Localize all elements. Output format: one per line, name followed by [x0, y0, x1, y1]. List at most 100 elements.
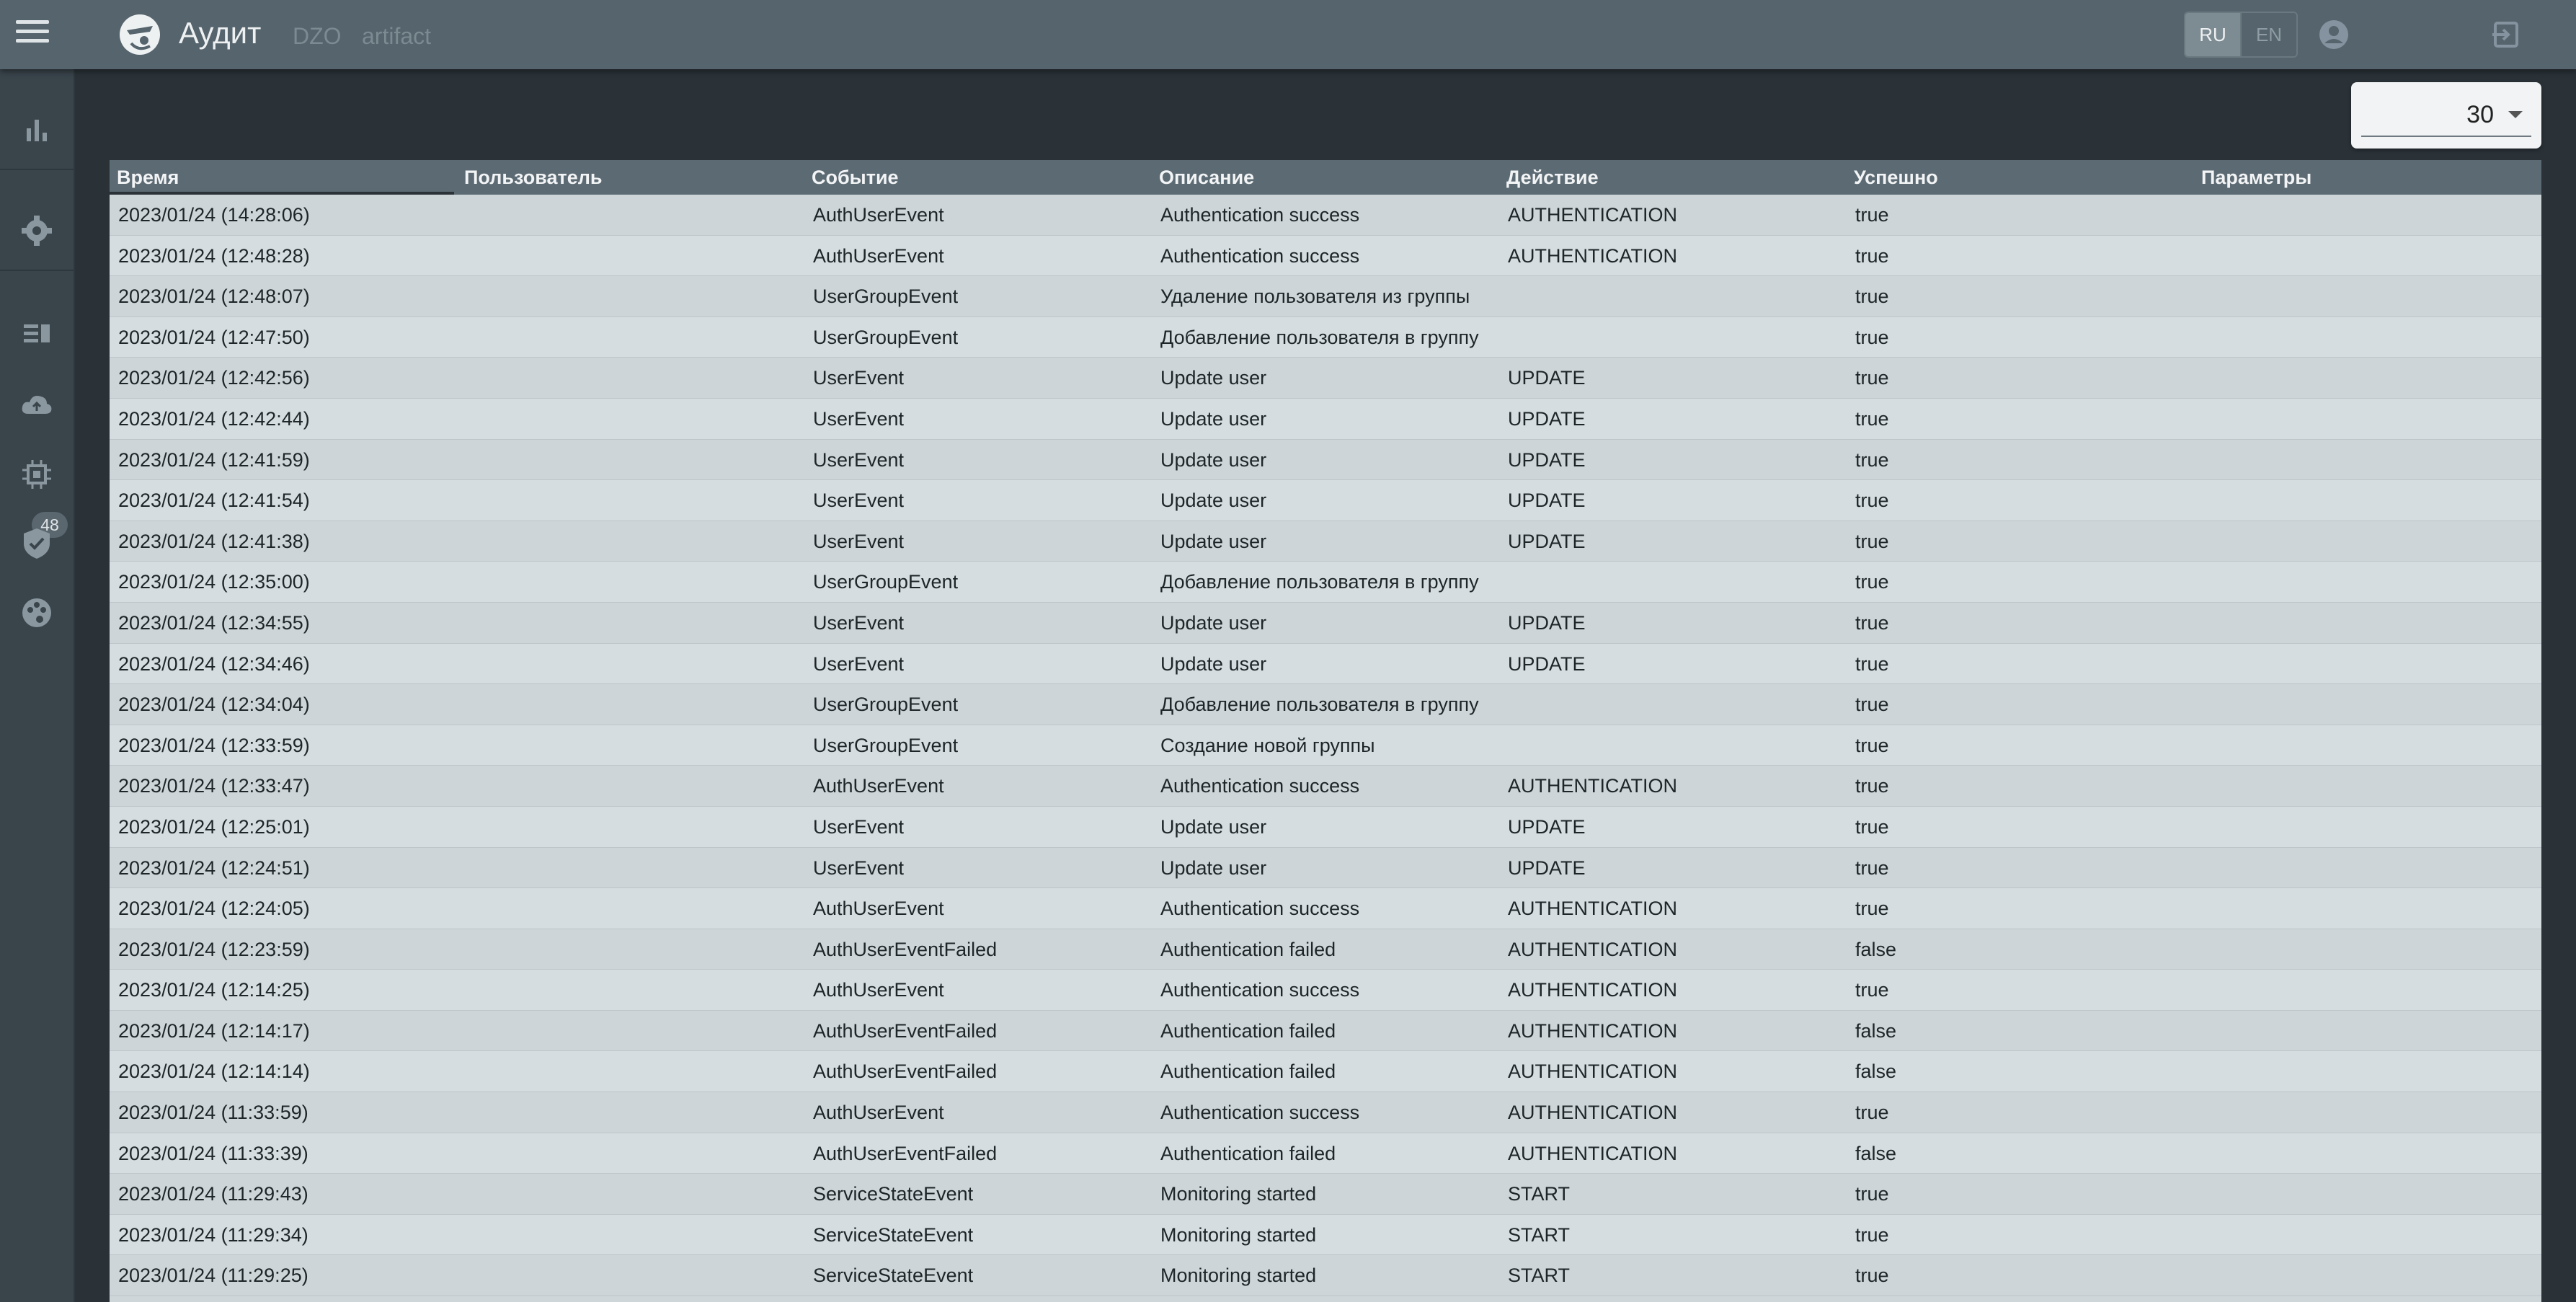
cell-time: 2023/01/24 (12:41:38)	[118, 530, 310, 552]
table-row[interactable]: 2023/01/24 (12:34:46) UserEvent Update use…	[110, 643, 2541, 685]
cell-user	[457, 521, 803, 562]
gear-icon[interactable]	[18, 212, 55, 249]
cell-time: 2023/01/24 (12:48:07)	[118, 285, 310, 308]
cell-description: Authentication success	[1160, 979, 1360, 1001]
audit-table: Время Пользователь Событие Описание Дейс…	[110, 160, 2541, 1302]
page-size-select[interactable]: 30	[2351, 82, 2541, 149]
menu-icon[interactable]	[16, 20, 49, 49]
table-row[interactable]: 2023/01/24 (12:47:50) UserGroupEvent Добав…	[110, 316, 2541, 358]
column-header-time[interactable]: Время	[110, 160, 454, 195]
cell-success: true	[1855, 1102, 1889, 1124]
table-body: 2023/01/24 (14:28:06) AuthUserEvent Authen…	[110, 195, 2541, 1297]
table-row[interactable]: 2023/01/24 (12:35:00) UserGroupEvent Добав…	[110, 562, 2541, 603]
cell-event: UserGroupEvent	[813, 571, 959, 593]
table-row[interactable]: 2023/01/24 (12:14:25) AuthUserEvent Authen…	[110, 970, 2541, 1011]
cell-event: AuthUserEvent	[813, 898, 944, 920]
table-row[interactable]: 2023/01/24 (12:25:01) UserEvent Update use…	[110, 806, 2541, 848]
cell-parameters	[2194, 521, 2541, 562]
cell-success: true	[1855, 407, 1889, 430]
cell-success: false	[1855, 938, 1897, 960]
cell-success: true	[1855, 775, 1889, 797]
logout-icon[interactable]	[2491, 19, 2523, 50]
table-row[interactable]: 2023/01/24 (12:24:51) UserEvent Update use…	[110, 847, 2541, 889]
cell-event: UserGroupEvent	[813, 326, 959, 348]
cell-action	[1499, 562, 1845, 602]
cell-event: AuthUserEvent	[813, 1102, 944, 1124]
shield-check-icon[interactable]	[18, 525, 55, 562]
cell-time: 2023/01/24 (12:42:56)	[118, 367, 310, 389]
column-header-action[interactable]: Действие	[1499, 160, 1845, 195]
table-row[interactable]: 2023/01/24 (11:33:39) AuthUserEventFailed…	[110, 1133, 2541, 1174]
breadcrumb-artifact[interactable]: artifact	[362, 23, 431, 50]
table-row[interactable]: 2023/01/24 (12:23:59) AuthUserEventFailed…	[110, 929, 2541, 970]
cell-user	[457, 358, 803, 398]
palette-icon[interactable]	[18, 594, 55, 632]
table-row[interactable]: 2023/01/24 (12:42:56) UserEvent Update use…	[110, 358, 2541, 399]
cell-time: 2023/01/24 (12:24:05)	[118, 898, 310, 920]
table-row[interactable]: 2023/01/24 (12:34:55) UserEvent Update use…	[110, 602, 2541, 644]
cell-description: Authentication failed	[1160, 1019, 1336, 1042]
cell-parameters	[2194, 1133, 2541, 1174]
cell-description: Authentication success	[1160, 775, 1360, 797]
column-header-user[interactable]: Пользователь	[457, 160, 803, 195]
table-row[interactable]: 2023/01/24 (12:24:05) AuthUserEvent Authen…	[110, 888, 2541, 929]
table-row[interactable]: 2023/01/24 (12:33:47) AuthUserEvent Authen…	[110, 766, 2541, 807]
table-row[interactable]: 2023/01/24 (12:33:59) UserGroupEvent Созда…	[110, 725, 2541, 766]
cell-action: AUTHENTICATION	[1508, 898, 1677, 920]
cell-time: 2023/01/24 (12:34:55)	[118, 611, 310, 634]
user-account-icon[interactable]	[2318, 19, 2350, 50]
table-row[interactable]: 2023/01/24 (11:29:25) ServiceStateEvent Mo…	[110, 1255, 2541, 1297]
cell-time: 2023/01/24 (12:48:28)	[118, 244, 310, 267]
table-row[interactable]: 2023/01/24 (12:34:04) UserGroupEvent Добав…	[110, 684, 2541, 725]
cell-parameters	[2194, 317, 2541, 358]
lang-en-button[interactable]: EN	[2240, 13, 2296, 56]
page-size-value: 30	[2466, 101, 2494, 128]
cell-event: AuthUserEvent	[813, 244, 944, 267]
cell-action: AUTHENTICATION	[1508, 938, 1677, 960]
cell-success: true	[1855, 1265, 1889, 1287]
cell-user	[457, 562, 803, 602]
cell-parameters	[2194, 807, 2541, 847]
list-icon[interactable]	[18, 316, 55, 353]
cell-description: Update user	[1160, 815, 1267, 838]
page-title: Аудит	[179, 16, 262, 50]
cell-parameters	[2194, 440, 2541, 480]
lang-ru-button[interactable]: RU	[2185, 13, 2240, 56]
chart-icon[interactable]	[18, 111, 55, 149]
table-row[interactable]: 2023/01/24 (12:41:59) UserEvent Update use…	[110, 439, 2541, 481]
cell-parameters	[2194, 236, 2541, 276]
cell-description: Monitoring started	[1160, 1223, 1317, 1246]
table-row[interactable]: 2023/01/24 (14:28:06) AuthUserEvent Authen…	[110, 195, 2541, 236]
cell-action: UPDATE	[1508, 530, 1586, 552]
table-row[interactable]: 2023/01/24 (12:48:07) UserGroupEvent Удале…	[110, 276, 2541, 317]
table-row[interactable]: 2023/01/24 (12:14:17) AuthUserEventFailed…	[110, 1010, 2541, 1052]
table-row[interactable]: 2023/01/24 (11:29:34) ServiceStateEvent Mo…	[110, 1214, 2541, 1256]
cell-user	[457, 684, 803, 725]
cell-user	[457, 1255, 803, 1296]
table-row[interactable]: 2023/01/24 (12:14:14) AuthUserEventFailed…	[110, 1051, 2541, 1093]
column-header-parameters[interactable]: Параметры	[2194, 160, 2541, 195]
table-row[interactable]: 2023/01/24 (12:41:38) UserEvent Update use…	[110, 521, 2541, 562]
column-header-description[interactable]: Описание	[1152, 160, 1498, 195]
table-row[interactable]: 2023/01/24 (12:41:54) UserEvent Update use…	[110, 480, 2541, 521]
column-header-event[interactable]: Событие	[804, 160, 1150, 195]
cell-description: Authentication failed	[1160, 1142, 1336, 1164]
cell-user	[457, 848, 803, 888]
cell-success: true	[1855, 285, 1889, 308]
cell-event: AuthUserEventFailed	[813, 1060, 998, 1083]
cell-user	[457, 1092, 803, 1133]
table-row[interactable]: 2023/01/24 (11:29:43) ServiceStateEvent Mo…	[110, 1174, 2541, 1215]
cell-time: 2023/01/24 (12:24:51)	[118, 856, 310, 879]
cell-time: 2023/01/24 (11:33:39)	[118, 1142, 308, 1164]
table-row[interactable]: 2023/01/24 (11:33:59) AuthUserEvent Authen…	[110, 1092, 2541, 1133]
table-row[interactable]: 2023/01/24 (12:42:44) UserEvent Update use…	[110, 398, 2541, 440]
table-row[interactable]: 2023/01/24 (12:48:28) AuthUserEvent Authen…	[110, 235, 2541, 277]
chip-icon[interactable]	[18, 456, 55, 493]
cell-parameters	[2194, 1255, 2541, 1296]
breadcrumb-dzo[interactable]: DZO	[293, 23, 342, 50]
cloud-upload-icon[interactable]	[18, 386, 55, 424]
cell-parameters	[2194, 1051, 2541, 1091]
column-header-success[interactable]: Успешно	[1847, 160, 2193, 195]
cell-user	[457, 1215, 803, 1255]
cell-parameters	[2194, 358, 2541, 398]
